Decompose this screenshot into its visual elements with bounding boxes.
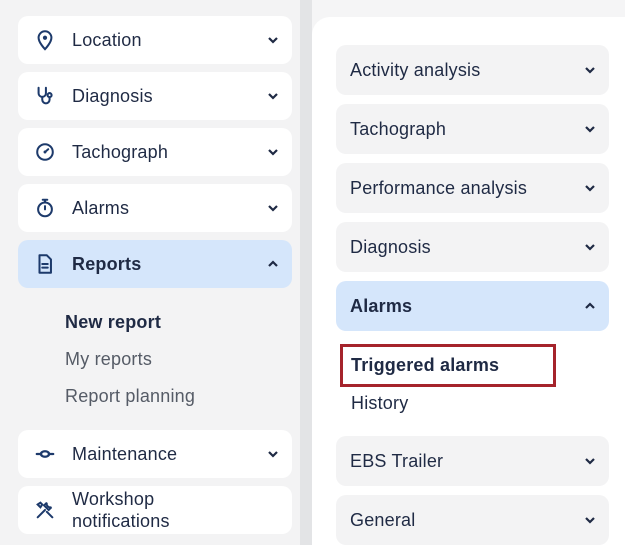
chevron-down-icon bbox=[583, 63, 597, 77]
sidebar-item-label: Workshop notifications bbox=[72, 489, 170, 531]
location-pin-icon bbox=[34, 29, 56, 51]
stethoscope-icon bbox=[34, 85, 56, 107]
chevron-down-icon bbox=[583, 240, 597, 254]
chevron-down-icon bbox=[266, 201, 280, 215]
chevron-down-icon bbox=[266, 145, 280, 159]
panel-item-label: General bbox=[350, 509, 416, 530]
stopwatch-icon bbox=[34, 197, 56, 219]
sidebar-item-label: Tachograph bbox=[72, 142, 169, 162]
panel-item-general[interactable]: General bbox=[336, 495, 609, 545]
sidebar-item-workshop-notifications[interactable]: Workshop notifications bbox=[18, 486, 292, 534]
panel-item-performance-analysis[interactable]: Performance analysis bbox=[336, 163, 609, 213]
report-document-icon bbox=[34, 253, 56, 275]
chevron-down-icon bbox=[583, 122, 597, 136]
chevron-up-icon bbox=[266, 257, 280, 271]
chevron-down-icon bbox=[266, 89, 280, 103]
wrench-icon bbox=[34, 443, 56, 465]
sidebar-divider bbox=[300, 0, 312, 545]
panel-subitem-triggered-alarms[interactable]: Triggered alarms bbox=[351, 355, 499, 376]
panel-item-label: Alarms bbox=[350, 295, 413, 316]
sidebar-subitem-report-planning[interactable]: Report planning bbox=[65, 386, 195, 407]
sidebar-item-label: Diagnosis bbox=[72, 86, 153, 106]
chevron-down-icon bbox=[583, 181, 597, 195]
chevron-down-icon bbox=[583, 454, 597, 468]
panel-item-label: EBS Trailer bbox=[350, 450, 444, 471]
chevron-down-icon bbox=[266, 447, 280, 461]
chevron-down-icon bbox=[583, 513, 597, 527]
panel-item-diagnosis[interactable]: Diagnosis bbox=[336, 222, 609, 272]
sidebar-item-reports[interactable]: Reports bbox=[18, 240, 292, 288]
sidebar-item-label: Alarms bbox=[72, 198, 130, 218]
sidebar-item-location[interactable]: Location bbox=[18, 16, 292, 64]
panel-item-label: Performance analysis bbox=[350, 177, 528, 198]
panel-item-activity-analysis[interactable]: Activity analysis bbox=[336, 45, 609, 95]
tachograph-icon bbox=[34, 141, 56, 163]
sidebar-item-alarms[interactable]: Alarms bbox=[18, 184, 292, 232]
sidebar-item-label: Maintenance bbox=[72, 444, 178, 464]
sidebar-item-tachograph[interactable]: Tachograph bbox=[18, 128, 292, 176]
sidebar-item-diagnosis[interactable]: Diagnosis bbox=[18, 72, 292, 120]
chevron-up-icon bbox=[583, 299, 597, 313]
panel-subitem-history[interactable]: History bbox=[351, 393, 408, 414]
sidebar-item-label: Location bbox=[72, 30, 142, 50]
sidebar-subitem-new-report[interactable]: New report bbox=[65, 312, 161, 333]
sidebar-subitem-my-reports[interactable]: My reports bbox=[65, 349, 152, 370]
tools-icon bbox=[34, 499, 56, 521]
panel-item-label: Diagnosis bbox=[350, 236, 431, 257]
chevron-down-icon bbox=[266, 33, 280, 47]
panel-item-label: Activity analysis bbox=[350, 59, 481, 80]
sidebar-item-label: Reports bbox=[72, 254, 142, 274]
panel-item-alarms[interactable]: Alarms bbox=[336, 281, 609, 331]
panel-item-ebs-trailer[interactable]: EBS Trailer bbox=[336, 436, 609, 486]
sidebar-item-maintenance[interactable]: Maintenance bbox=[18, 430, 292, 478]
panel-item-tachograph[interactable]: Tachograph bbox=[336, 104, 609, 154]
panel-item-label: Tachograph bbox=[350, 118, 447, 139]
